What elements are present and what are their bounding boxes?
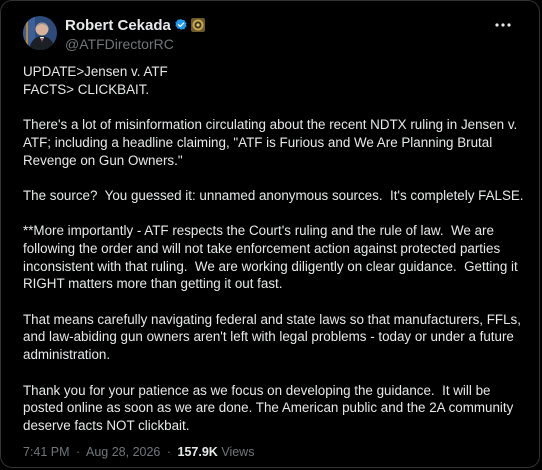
atf-seal-badge-icon[interactable] — [190, 18, 205, 32]
more-options-button[interactable] — [491, 15, 515, 35]
tweet-text: UPDATE>Jensen v. ATF FACTS> CLICKBAIT. T… — [23, 63, 527, 435]
tweet-metadata: 7:41 PM · Aug 28, 2026 · 157.9K Views — [23, 445, 254, 459]
tweet-paragraph: Thank you for your patience as we focus … — [23, 382, 518, 433]
author-block: Robert Cekada @ATFDirectorRC — [65, 16, 205, 52]
tweet-paragraph: UPDATE>Jensen v. ATF FACTS> CLICKBAIT. — [23, 64, 168, 97]
portrait-avatar-icon — [23, 16, 57, 50]
tweet-paragraph: The source? You guessed it: unnamed anon… — [23, 187, 524, 203]
tweet-paragraph: There's a lot of misinformation circulat… — [23, 117, 521, 168]
meta-separator: · — [76, 445, 81, 459]
verified-badge-icon[interactable] — [174, 18, 188, 32]
author-handle[interactable]: @ATFDirectorRC — [65, 36, 205, 52]
tweet-card: Robert Cekada @ATFDirectorRC UPDATE>Jens… — [0, 0, 540, 468]
author-display-name[interactable]: Robert Cekada — [65, 17, 171, 34]
author-avatar[interactable] — [23, 16, 57, 50]
views-count[interactable]: 157.9K — [178, 445, 218, 459]
tweet-time[interactable]: 7:41 PM — [23, 445, 70, 459]
tweet-paragraph: **More importantly - ATF respects the Co… — [23, 223, 522, 292]
tweet-date[interactable]: Aug 28, 2026 — [86, 445, 160, 459]
meta-separator: · — [166, 445, 172, 459]
author-name-row: Robert Cekada — [65, 16, 205, 34]
views-label: Views — [221, 445, 255, 459]
tweet-paragraph: That means carefully navigating federal … — [23, 311, 525, 363]
more-horizontal-icon — [495, 23, 511, 27]
